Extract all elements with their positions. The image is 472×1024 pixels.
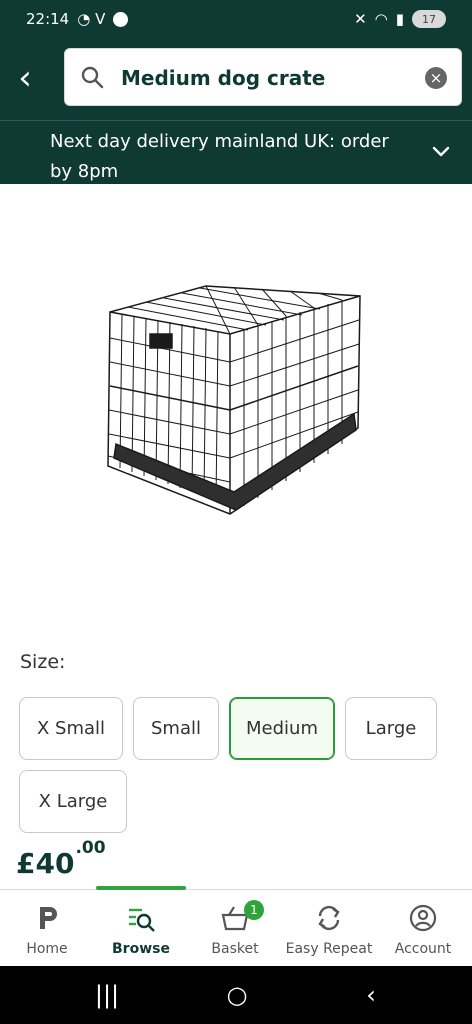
home-button[interactable]: ○	[212, 966, 262, 1024]
home-icon	[40, 907, 57, 929]
search-input[interactable]: Medium dog crate	[121, 66, 325, 90]
search-icon	[81, 66, 104, 89]
system-navigation-bar: ||| ○ ‹	[0, 966, 472, 1024]
search-header: ‹ Medium dog crate ×	[0, 38, 472, 120]
system-back-button[interactable]: ‹	[346, 966, 396, 1024]
nav-home-label: Home	[26, 941, 68, 957]
price-fraction: .00	[75, 837, 106, 858]
delivery-banner[interactable]: Next day delivery mainland UK: order by …	[0, 120, 472, 184]
size-heading: Size:	[20, 651, 66, 673]
browse-icon	[129, 908, 155, 932]
basket-count-badge: 1	[244, 900, 264, 920]
size-option-x-large[interactable]: X Large	[19, 770, 127, 833]
signal-icon: ▮	[395, 10, 404, 28]
status-time: 22:14	[26, 10, 70, 28]
size-option-medium[interactable]: Medium	[229, 697, 335, 760]
status-left: 22:14 ◔ V	[26, 10, 129, 28]
size-option-small[interactable]: Small	[133, 697, 219, 760]
recent-apps-button[interactable]: |||	[82, 966, 132, 1024]
status-bar: 22:14 ◔ V ✕ ◠ ▮ 17	[0, 0, 472, 38]
delivery-message: Next day delivery mainland UK: order by …	[50, 131, 389, 182]
back-button[interactable]: ‹	[10, 58, 40, 98]
nav-basket[interactable]: 1 Basket	[188, 890, 282, 966]
price-main: £40	[16, 847, 75, 880]
nav-browse-label: Browse	[112, 941, 170, 957]
product-image-area	[0, 184, 472, 644]
bottom-navigation: Home Browse 1 Basket Easy Repeat Account	[0, 886, 472, 966]
nav-easy-repeat[interactable]: Easy Repeat	[282, 890, 376, 966]
nav-home[interactable]: Home	[0, 890, 94, 966]
nav-browse[interactable]: Browse	[94, 890, 188, 966]
product-price: £40.00	[16, 838, 106, 880]
nav-account[interactable]: Account	[376, 890, 470, 966]
nav-easy-repeat-label: Easy Repeat	[285, 941, 373, 957]
clear-search-button[interactable]: ×	[425, 67, 447, 89]
search-box[interactable]: Medium dog crate ×	[64, 48, 462, 106]
status-right: ✕ ◠ ▮ 17	[354, 10, 446, 28]
repeat-icon	[318, 905, 340, 931]
size-option-large[interactable]: Large	[345, 697, 437, 760]
dog-crate-image	[107, 285, 361, 515]
mute-icon: ✕	[354, 10, 367, 28]
battery-icon: 17	[412, 10, 446, 28]
nav-account-label: Account	[394, 941, 452, 957]
nav-basket-label: Basket	[211, 941, 259, 957]
wifi-icon: ◠	[374, 10, 388, 28]
chevron-down-icon[interactable]	[428, 141, 454, 161]
notification-icon	[113, 11, 129, 27]
size-option-x-small[interactable]: X Small	[19, 697, 123, 760]
account-icon	[409, 904, 437, 932]
status-app-icons: ◔ V	[77, 10, 106, 28]
